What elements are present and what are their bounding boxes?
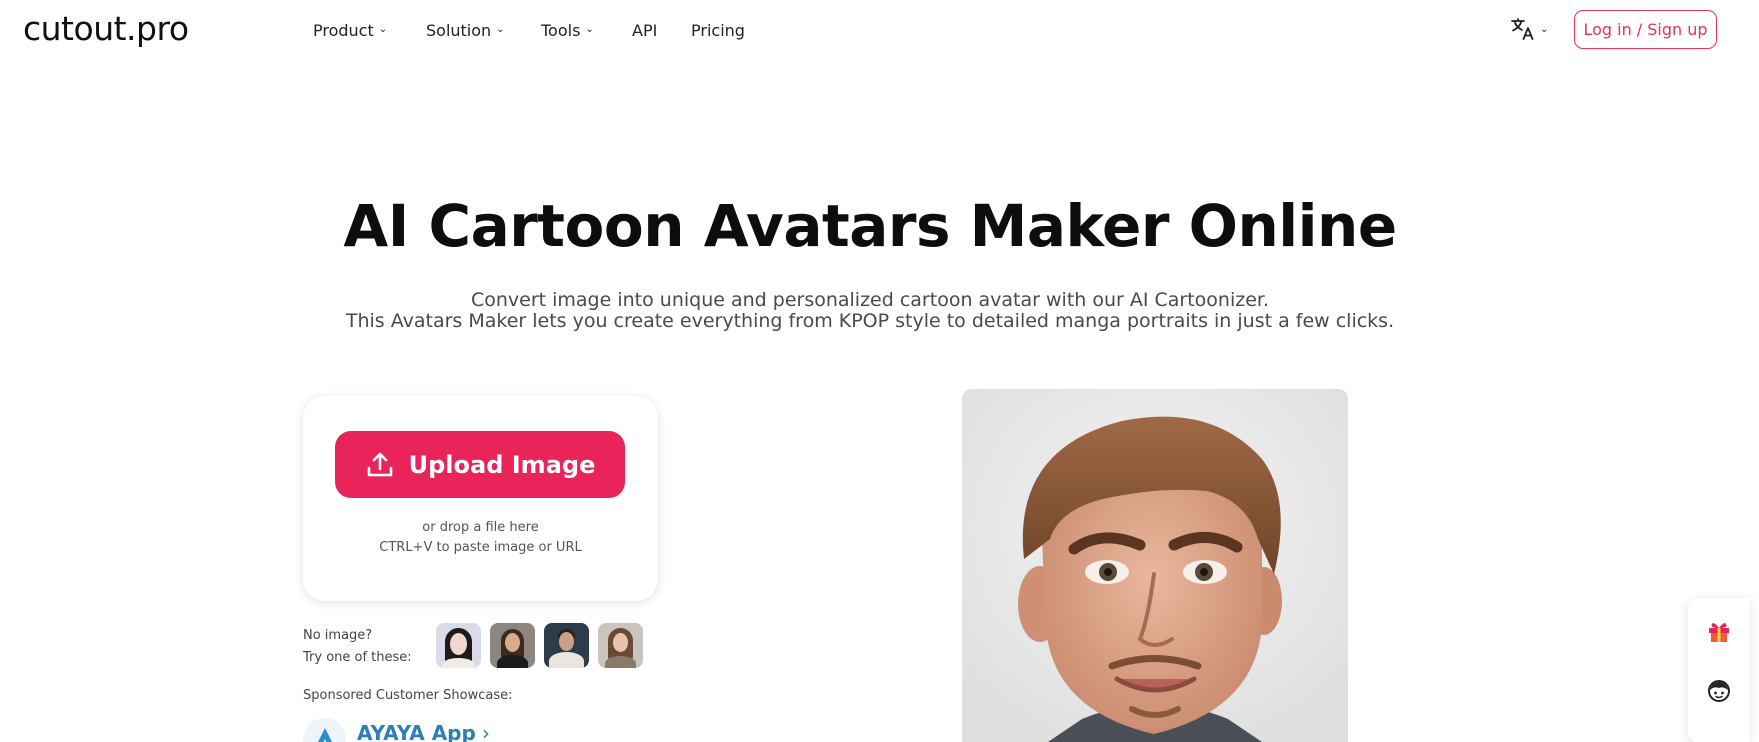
- page-subtitle: Convert image into unique and personaliz…: [0, 290, 1740, 332]
- page-title: AI Cartoon Avatars Maker Online: [343, 192, 1397, 260]
- sample-prompt: No image? Try one of these:: [303, 625, 412, 669]
- ayaya-logo-icon: [303, 718, 346, 742]
- cartoon-avatar-image: [962, 389, 1348, 742]
- chevron-down-icon: ⌄: [585, 23, 594, 35]
- sample-image-1[interactable]: [436, 623, 481, 668]
- upload-image-button[interactable]: Upload Image: [335, 431, 625, 498]
- sample-image-4[interactable]: [598, 623, 643, 668]
- support-chat-icon[interactable]: [1706, 678, 1732, 704]
- nav-solution[interactable]: Solution ⌄: [426, 18, 505, 42]
- ayaya-app-name: AYAYA App ›: [357, 721, 490, 742]
- chevron-right-icon: ›: [481, 720, 490, 742]
- paste-hint: CTRL+V to paste image or URL: [379, 540, 582, 555]
- top-header: cutout.pro Product ⌄ Solution ⌄ Tools ⌄ …: [0, 0, 1759, 60]
- nav-pricing[interactable]: Pricing: [691, 18, 745, 42]
- upload-button-label: Upload Image: [408, 450, 596, 479]
- language-switcher[interactable]: ⌄: [1510, 16, 1548, 42]
- nav-tools[interactable]: Tools ⌄: [541, 18, 594, 42]
- nav-api-label: API: [632, 20, 658, 40]
- translate-icon: [1511, 18, 1534, 40]
- subtitle-line-2: This Avatars Maker lets you create every…: [345, 310, 1395, 332]
- drop-file-hint: or drop a file here: [422, 520, 539, 535]
- ayaya-app-link[interactable]: AYAYA App ›: [303, 718, 490, 742]
- try-these-label: Try one of these:: [303, 650, 412, 665]
- login-signup-button[interactable]: Log in / Sign up: [1574, 10, 1717, 49]
- nav-api[interactable]: API: [632, 18, 657, 42]
- sample-image-3[interactable]: [544, 623, 589, 668]
- gift-icon[interactable]: [1706, 618, 1732, 644]
- nav-solution-label: Solution: [426, 20, 492, 40]
- no-image-label: No image?: [303, 628, 373, 643]
- nav-pricing-label: Pricing: [691, 20, 745, 40]
- upload-icon: [367, 452, 392, 476]
- chevron-down-icon: ⌄: [496, 23, 505, 35]
- floating-side-widget: [1688, 598, 1750, 742]
- nav-product-label: Product: [313, 20, 374, 40]
- sample-thumbnails: [436, 623, 643, 668]
- example-cartoon-avatar: [962, 389, 1348, 742]
- ayaya-app-label: AYAYA App: [357, 720, 476, 742]
- nav-tools-label: Tools: [541, 20, 581, 40]
- nav-product[interactable]: Product ⌄: [313, 18, 387, 42]
- subtitle-line-1: Convert image into unique and personaliz…: [470, 289, 1270, 311]
- cutout-pro-logo[interactable]: cutout.pro: [23, 8, 189, 50]
- chevron-down-icon: ⌄: [1540, 23, 1549, 35]
- chevron-down-icon: ⌄: [378, 23, 388, 35]
- upload-dropzone[interactable]: Upload Image or drop a file here CTRL+V …: [303, 396, 658, 601]
- sample-image-2[interactable]: [490, 623, 535, 668]
- sponsored-label: Sponsored Customer Showcase:: [303, 688, 513, 703]
- drop-hint: or drop a file here CTRL+V to paste imag…: [303, 518, 658, 558]
